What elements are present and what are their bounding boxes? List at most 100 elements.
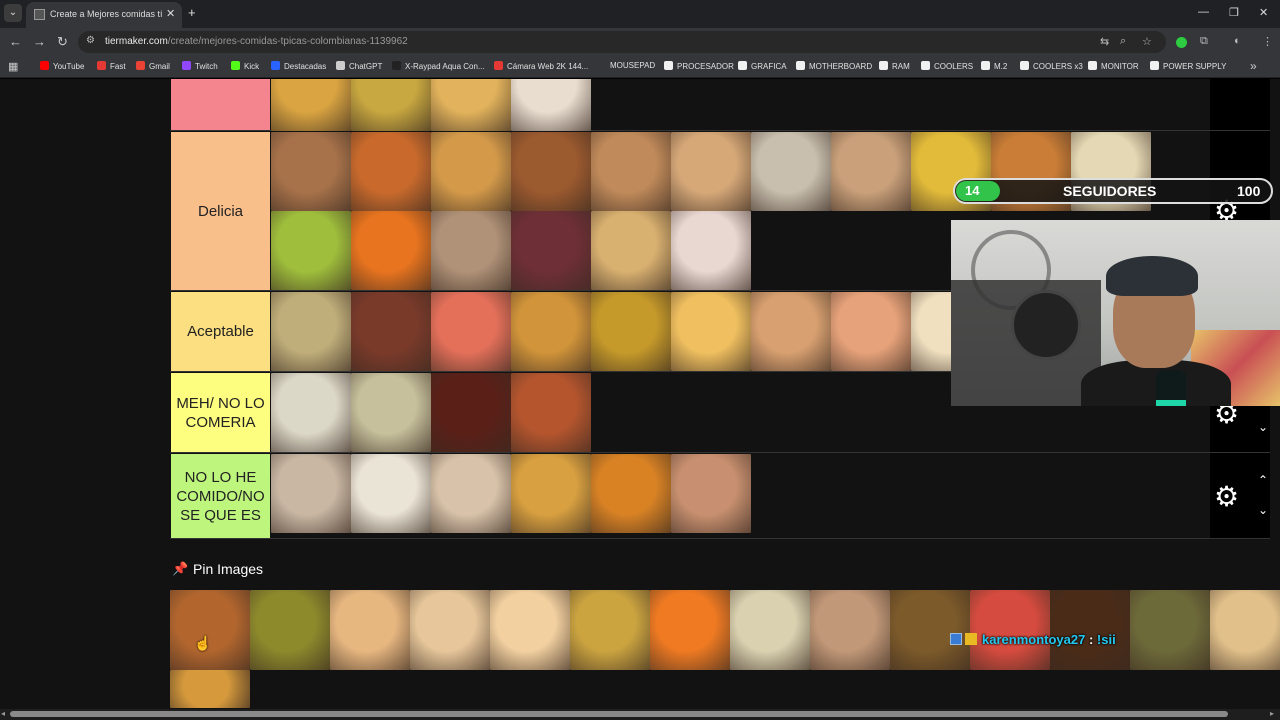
bookmark-coolers-x3[interactable]: COOLERS x3	[1020, 61, 1083, 71]
food-image[interactable]	[591, 292, 671, 371]
menu-icon[interactable]: ⋮	[1262, 35, 1273, 48]
move-down-chevron-icon[interactable]: ⌄	[1258, 503, 1268, 517]
food-image[interactable]	[511, 211, 591, 290]
food-image[interactable]	[730, 590, 810, 670]
food-image[interactable]	[170, 670, 250, 708]
tier-label-delicia[interactable]: Delicia	[171, 132, 270, 290]
tier-label-top[interactable]	[171, 79, 270, 131]
tab-list-button[interactable]: ⌄	[4, 4, 22, 22]
bookmark-xraypad[interactable]: X-Raypad Aqua Con...	[392, 61, 485, 71]
food-image[interactable]	[271, 211, 351, 290]
food-image[interactable]	[490, 590, 570, 670]
back-icon[interactable]: ←	[9, 34, 22, 49]
bookmark-destacadas[interactable]: Destacadas	[271, 61, 326, 71]
tier-label-aceptable[interactable]: Aceptable	[171, 292, 270, 371]
extension-status-icon[interactable]	[1176, 37, 1187, 48]
food-image[interactable]	[330, 590, 410, 670]
food-image[interactable]	[671, 132, 751, 211]
food-image[interactable]	[970, 590, 1050, 670]
food-image[interactable]	[431, 132, 511, 211]
food-image[interactable]	[511, 373, 591, 452]
food-image[interactable]	[351, 454, 431, 533]
translate-icon[interactable]: ⇆	[1100, 35, 1109, 48]
food-image[interactable]	[671, 211, 751, 290]
apps-grid-icon[interactable]: ▦	[8, 60, 18, 73]
forward-icon[interactable]: →	[33, 34, 46, 49]
food-image[interactable]	[1130, 590, 1210, 670]
bookmark-grafica[interactable]: GRAFICA	[738, 61, 787, 71]
food-image[interactable]	[890, 590, 970, 670]
horizontal-scrollbar-thumb[interactable]	[10, 711, 1228, 717]
move-up-chevron-icon[interactable]: ⌃	[1258, 473, 1268, 487]
site-info-icon[interactable]: ⚙	[86, 35, 95, 46]
bookmark-m2[interactable]: M.2	[981, 61, 1007, 71]
food-image[interactable]	[351, 373, 431, 452]
extensions-icon[interactable]: ⧉	[1200, 35, 1208, 48]
food-image[interactable]	[511, 79, 591, 131]
food-image[interactable]	[511, 132, 591, 211]
bookmark-twitch[interactable]: Twitch	[182, 61, 218, 71]
food-image[interactable]	[170, 590, 250, 670]
address-bar[interactable]: ⚙ tiermaker.com/create/mejores-comidas-t…	[78, 31, 1166, 53]
bookmark-power-supply[interactable]: POWER SUPPLY	[1150, 61, 1226, 71]
bookmark-star-icon[interactable]: ☆	[1142, 35, 1152, 48]
food-image[interactable]	[810, 590, 890, 670]
scroll-right-icon[interactable]: ▸	[1270, 709, 1274, 718]
bookmark-camara[interactable]: Cámara Web 2K 144...	[494, 61, 588, 71]
bookmark-youtube[interactable]: YouTube	[40, 61, 84, 71]
bookmark-ram[interactable]: RAM	[879, 61, 910, 71]
food-image[interactable]	[591, 211, 671, 290]
tier-label-no-lo-he-comido[interactable]: NO LO HE COMIDO/NO SE QUE ES	[171, 454, 270, 538]
food-image[interactable]	[431, 373, 511, 452]
close-window-icon[interactable]: ✕	[1259, 6, 1268, 19]
bookmark-coolers[interactable]: COOLERS	[921, 61, 973, 71]
food-image[interactable]	[431, 79, 511, 131]
bookmark-kick[interactable]: Kick	[231, 61, 259, 71]
food-image[interactable]	[1050, 590, 1130, 670]
new-tab-icon[interactable]: +	[188, 5, 196, 20]
bookmark-monitor[interactable]: MONITOR	[1088, 61, 1139, 71]
food-image[interactable]	[511, 292, 591, 371]
food-image[interactable]	[410, 590, 490, 670]
close-tab-icon[interactable]: ✕	[166, 7, 175, 20]
food-image[interactable]	[591, 454, 671, 533]
scroll-left-icon[interactable]: ◂	[1, 709, 5, 718]
minimize-icon[interactable]: —	[1198, 6, 1209, 18]
food-image[interactable]	[650, 590, 730, 670]
bookmark-motherboard[interactable]: MOTHERBOARD	[796, 61, 872, 71]
profile-icon[interactable]: ◐	[1234, 35, 1241, 47]
bookmark-mousepad[interactable]: MOUSEPAD	[610, 61, 655, 70]
move-down-chevron-icon[interactable]: ⌄	[1258, 420, 1268, 434]
food-image[interactable]	[831, 292, 911, 371]
food-image[interactable]	[431, 211, 511, 290]
bookmark-chatgpt[interactable]: ChatGPT	[336, 61, 382, 71]
zoom-icon[interactable]: ⌕	[1120, 35, 1126, 48]
browser-tab[interactable]: Create a Mejores comidas típicas ✕	[26, 2, 182, 28]
food-image[interactable]	[351, 211, 431, 290]
food-image[interactable]	[751, 132, 831, 211]
food-image[interactable]	[431, 454, 511, 533]
food-image[interactable]	[351, 132, 431, 211]
bookmark-fast[interactable]: Fast	[97, 61, 126, 71]
reload-icon[interactable]: ↻	[57, 34, 68, 50]
food-image[interactable]	[271, 373, 351, 452]
tier-settings-gear-icon[interactable]: ⚙	[1214, 483, 1239, 511]
food-image[interactable]	[831, 132, 911, 211]
bookmark-gmail[interactable]: Gmail	[136, 61, 170, 71]
food-image[interactable]	[1210, 590, 1280, 670]
food-image[interactable]	[271, 132, 351, 211]
bookmark-procesador[interactable]: PROCESADOR	[664, 61, 734, 71]
food-image[interactable]	[431, 292, 511, 371]
url-text[interactable]: tiermaker.com/create/mejores-comidas-tpi…	[105, 36, 408, 47]
food-image[interactable]	[271, 292, 351, 371]
food-image[interactable]	[351, 79, 431, 131]
more-bookmarks-icon[interactable]: »	[1250, 59, 1257, 73]
food-image[interactable]	[671, 454, 751, 533]
food-image[interactable]	[271, 454, 351, 533]
food-image[interactable]	[511, 454, 591, 533]
food-image[interactable]	[250, 590, 330, 670]
food-image[interactable]	[570, 590, 650, 670]
restore-icon[interactable]: ❐	[1229, 6, 1239, 19]
food-image[interactable]	[271, 79, 351, 131]
food-image[interactable]	[591, 132, 671, 211]
